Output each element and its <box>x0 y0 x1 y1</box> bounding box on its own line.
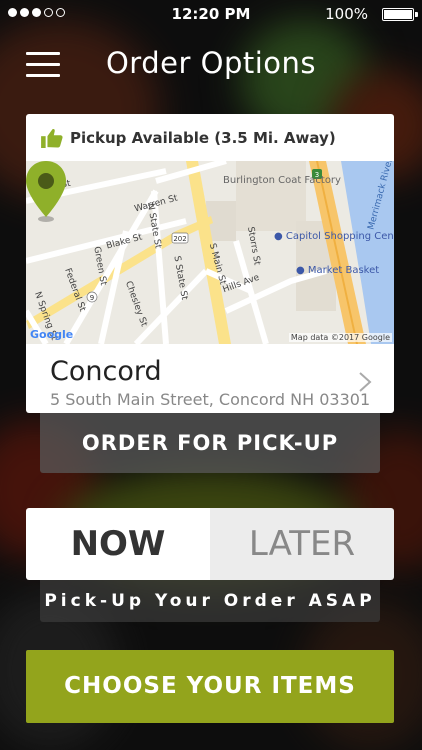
choose-items-button[interactable]: CHOOSE YOUR ITEMS <box>26 650 394 723</box>
location-card: Pickup Available (3.5 Mi. Away) 202 9 3 … <box>26 114 394 413</box>
thumbs-up-icon <box>41 128 63 148</box>
pickup-availability-text: Pickup Available (3.5 Mi. Away) <box>70 128 336 147</box>
battery-icon <box>382 8 414 21</box>
map-pin-icon <box>26 161 66 222</box>
chevron-right-icon <box>359 372 372 392</box>
asap-label: Pick-Up Your Order ASAP <box>40 580 380 622</box>
status-bar: 12:20 PM 100% <box>0 0 422 28</box>
now-option[interactable]: NOW <box>26 508 210 580</box>
store-location-row[interactable]: Concord 5 South Main Street, Concord NH … <box>26 344 394 413</box>
battery-percent: 100% <box>325 5 368 23</box>
page-title: Order Options <box>105 46 317 80</box>
later-option[interactable]: LATER <box>210 508 394 580</box>
map-attribution: Map data ©2017 Google <box>288 333 392 342</box>
route-202-label: 202 <box>173 235 186 243</box>
store-city: Concord <box>50 356 162 387</box>
header: Order Options <box>0 40 422 90</box>
store-address: 5 South Main Street, Concord NH 03301 <box>50 390 371 409</box>
map-place-burlington: Burlington Coat Factory <box>223 175 341 186</box>
store-map[interactable]: 202 9 3 School St Warren St Blake St N S… <box>26 161 394 344</box>
pickup-availability-row: Pickup Available (3.5 Mi. Away) <box>26 114 394 161</box>
map-place-market-basket: ● Market Basket <box>296 265 380 276</box>
order-for-pickup-button[interactable]: ORDER FOR PICK-UP <box>40 413 380 473</box>
google-logo: Google <box>30 328 74 341</box>
timing-toggle: NOW LATER <box>26 508 394 580</box>
map-place-capitol-shopping: ● Capitol Shopping Center <box>274 231 394 242</box>
route-9-label: 9 <box>90 294 94 302</box>
